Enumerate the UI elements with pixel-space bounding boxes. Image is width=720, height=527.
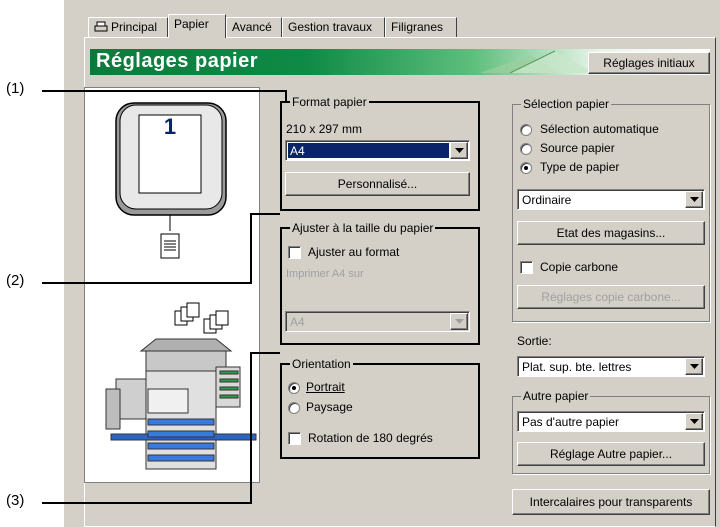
tab-label: Avancé: [232, 20, 272, 34]
carbon-copy-checkbox[interactable]: [520, 261, 533, 274]
rotate-180-checkbox[interactable]: [288, 432, 301, 445]
paper-source-radio[interactable]: [520, 143, 532, 155]
reset-settings-button[interactable]: Réglages initiaux: [588, 52, 710, 74]
callout-1-line: [42, 90, 286, 92]
carbon-copy-label: Copie carbone: [540, 260, 619, 274]
callout-2-line: [42, 282, 252, 284]
paper-type-label: Type de papier: [540, 160, 620, 174]
callout-3-line-horz: [250, 352, 280, 354]
callout-3: (3): [6, 492, 25, 509]
custom-size-button[interactable]: Personnalisé...: [285, 172, 470, 196]
landscape-label: Paysage: [306, 400, 353, 414]
paper-type-radio[interactable]: [520, 162, 532, 174]
tab-label: Filigranes: [391, 20, 444, 34]
tab-avance[interactable]: Avancé: [226, 17, 282, 37]
other-paper-value: Pas d'autre papier: [522, 415, 620, 429]
rotate-180-label: Rotation de 180 degrés: [308, 431, 433, 445]
output-value: Plat. sup. bte. lettres: [522, 360, 632, 374]
dropdown-button[interactable]: [685, 191, 703, 208]
portrait-label: Portrait: [306, 380, 345, 394]
callout-2-line-horz: [250, 213, 280, 215]
chevron-down-icon: [689, 364, 699, 369]
callout-1: (1): [6, 80, 25, 97]
landscape-radio[interactable]: [288, 402, 300, 414]
dropdown-button[interactable]: [685, 358, 703, 375]
chevron-down-icon: [454, 319, 464, 324]
tab-label: Gestion travaux: [288, 20, 373, 34]
transparency-inserts-button[interactable]: Intercalaires pour transparents: [512, 489, 710, 515]
printer-icon: [94, 21, 108, 32]
tab-principal[interactable]: Principal: [88, 17, 168, 37]
tab-filigranes[interactable]: Filigranes: [385, 17, 457, 37]
paper-type-select[interactable]: Ordinaire: [517, 189, 705, 210]
fit-to-page-legend: Ajuster à la taille du papier: [290, 221, 436, 235]
paper-format-legend: Format papier: [290, 95, 369, 109]
print-on-label: Imprimer A4 sur: [286, 268, 364, 280]
print-on-select[interactable]: A4: [285, 311, 470, 332]
portrait-radio[interactable]: [288, 382, 300, 394]
print-on-value: A4: [290, 315, 305, 329]
dropdown-button[interactable]: [685, 413, 703, 430]
paper-format-value: A4: [288, 143, 449, 158]
carbon-copy-settings-button[interactable]: Réglages copie carbone...: [517, 285, 705, 309]
paper-source-label: Source papier: [540, 141, 615, 155]
auto-selection-radio[interactable]: [520, 124, 532, 136]
tab-papier[interactable]: Papier: [168, 14, 226, 38]
callout-3-line: [42, 502, 252, 504]
tab-label: Papier: [174, 17, 209, 31]
callout-2: (2): [6, 272, 25, 289]
tray-status-button[interactable]: Etat des magasins...: [517, 221, 705, 245]
other-paper-legend: Autre papier: [521, 389, 591, 403]
output-select[interactable]: Plat. sup. bte. lettres: [517, 356, 705, 377]
tab-label: Principal: [111, 20, 158, 34]
fit-to-page-label: Ajuster au format: [308, 245, 400, 259]
paper-format-select[interactable]: A4: [285, 140, 470, 161]
chevron-down-icon: [689, 419, 699, 424]
dropdown-button[interactable]: [450, 142, 468, 159]
page-number: 1: [163, 114, 177, 139]
auto-selection-label: Sélection automatique: [540, 122, 659, 136]
paper-selection-legend: Sélection papier: [521, 97, 612, 111]
orientation-legend: Orientation: [290, 357, 353, 371]
fit-to-page-checkbox[interactable]: [288, 246, 301, 259]
paper-size-text: 210 x 297 mm: [286, 122, 363, 136]
tab-gestion-travaux[interactable]: Gestion travaux: [282, 17, 385, 37]
other-paper-settings-button[interactable]: Réglage Autre papier...: [517, 442, 705, 466]
other-paper-select[interactable]: Pas d'autre papier: [517, 411, 705, 432]
chevron-down-icon: [689, 197, 699, 202]
dropdown-button[interactable]: [450, 313, 468, 330]
callout-3-line-vert: [250, 352, 252, 504]
preview-illustration: [105, 102, 257, 470]
output-label: Sortie:: [517, 334, 552, 348]
chevron-down-icon: [454, 148, 464, 153]
callout-2-line-vert: [250, 213, 252, 284]
paper-type-value: Ordinaire: [522, 193, 572, 207]
page-title: Réglages papier: [96, 50, 259, 72]
